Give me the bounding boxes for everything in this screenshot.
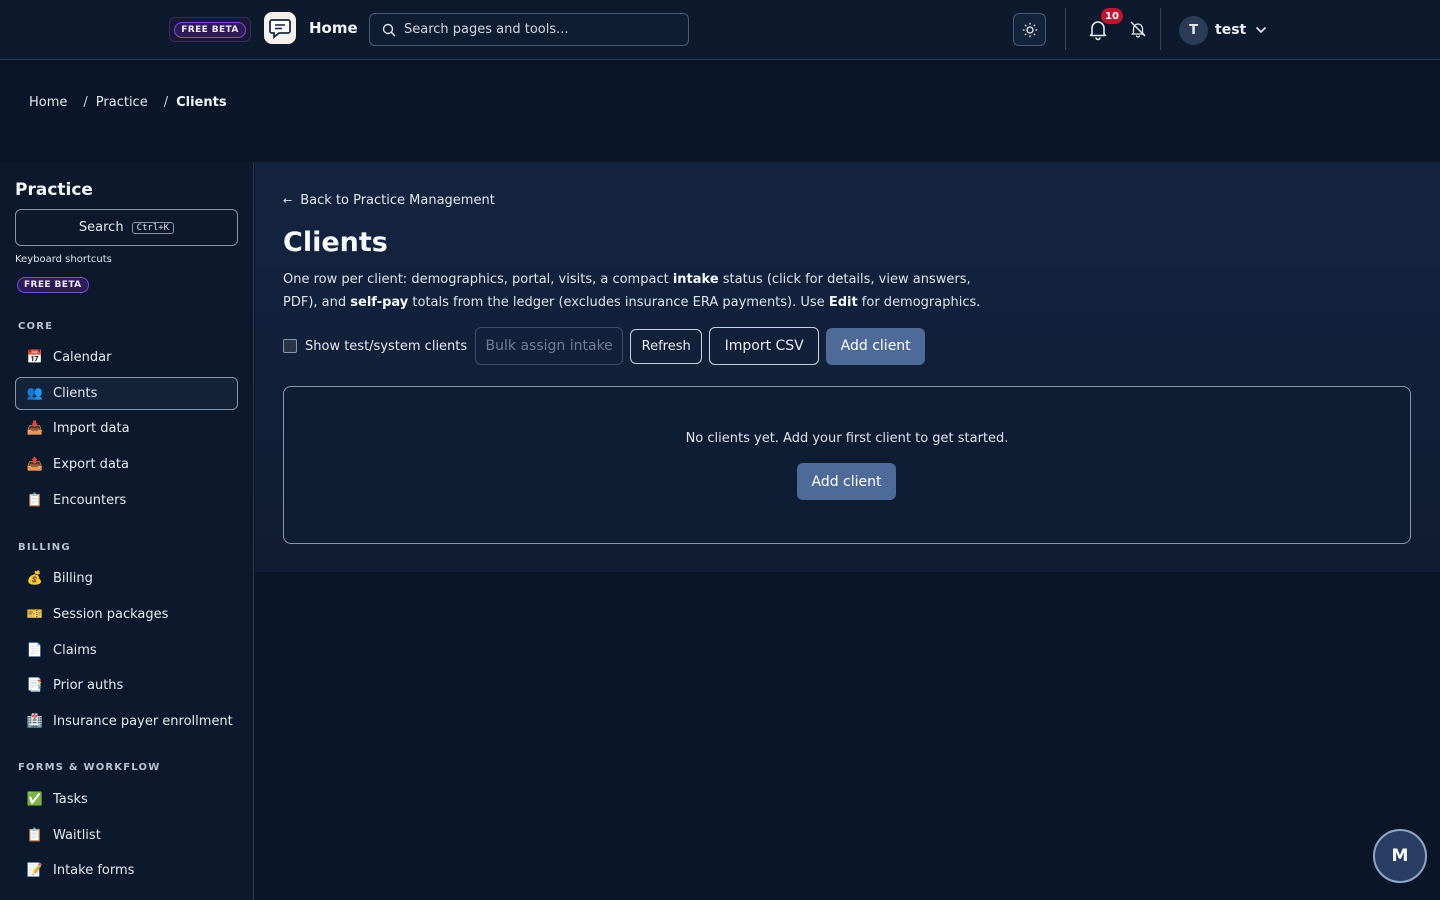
hospital-icon: 🏥 [26,714,44,729]
page-title: Clients [283,227,388,258]
page-description: One row per client: demographics, portal… [283,268,1003,314]
back-to-practice-link[interactable]: ← Back to Practice Management [283,193,495,208]
chevron-down-icon [1256,26,1267,34]
empty-state-message: No clients yet. Add your first client to… [685,431,1009,446]
memo-icon: 📝 [26,863,44,878]
top-home-link[interactable]: Home [309,19,358,37]
description-emphasis: Edit [828,295,858,310]
show-test-clients-label[interactable]: Show test/system clients [305,339,467,354]
clipboard-icon: 📋 [26,828,44,843]
sidebar-item-label: Billing [53,571,93,586]
calendar-icon: 📅 [26,350,44,365]
user-name: test [1215,22,1247,38]
beta-badge-container: FREE BETA [169,17,251,42]
breadcrumb-separator: / [83,95,88,110]
bell-off-icon[interactable] [1129,20,1147,38]
sidebar-item-import-data[interactable]: 📥 Import data [15,412,238,445]
global-search[interactable] [369,13,689,46]
description-text: totals from the ledger (excludes insuran… [408,295,829,310]
top-bar: FREE BETA Home 10 [0,0,1440,60]
clients-toolbar: Show test/system clients Bulk assign int… [283,327,932,365]
import-csv-button[interactable]: Import CSV [709,327,820,365]
divider [1160,8,1161,50]
users-icon: 👥 [26,386,44,401]
free-beta-badge: FREE BETA [174,21,246,38]
section-label-billing: BILLING [18,542,71,553]
avatar: T [1179,15,1208,45]
outbox-tray-icon: 📤 [26,457,44,472]
sidebar-item-label: Waitlist [53,828,101,843]
clients-empty-state: No clients yet. Add your first client to… [283,386,1411,544]
divider [1065,8,1066,50]
notification-count-badge: 10 [1101,8,1123,24]
sidebar-item-session-packages[interactable]: 🎫 Session packages [15,598,238,631]
sidebar-item-label: Claims [53,643,97,658]
keyboard-shortcuts-link[interactable]: Keyboard shortcuts [15,254,112,265]
sun-icon [1022,22,1037,37]
free-beta-badge: FREE BETA [17,277,89,293]
description-emphasis: self-pay [350,295,409,310]
sidebar-item-tasks[interactable]: ✅ Tasks [15,783,238,816]
description-text: for demographics. [857,295,981,310]
assistant-fab-button[interactable]: M [1373,829,1427,883]
search-icon [382,23,396,36]
sidebar-item-intake-forms[interactable]: 📝 Intake forms [15,854,238,887]
user-menu[interactable]: T test [1179,15,1267,45]
sidebar-item-label: Encounters [53,493,127,508]
sidebar-item-waitlist[interactable]: 📋 Waitlist [15,819,238,852]
keyboard-shortcut-hint: Ctrl+K [131,221,175,234]
sidebar-item-label: Import data [53,421,130,436]
sidebar-item-calendar[interactable]: 📅 Calendar [15,341,238,374]
sidebar-item-label: Export data [53,457,129,472]
breadcrumb: Home / Practice / Clients [29,95,227,110]
section-label-core: CORE [18,321,54,332]
section-label-forms-workflow: FORMS & WORKFLOW [18,762,161,773]
theme-toggle-button[interactable] [1013,13,1046,46]
sidebar-item-label: Session packages [53,607,169,622]
breadcrumb-separator: / [163,95,169,110]
notepad-icon: 📑 [26,678,44,693]
refresh-button[interactable]: Refresh [630,328,703,364]
money-bag-icon: 💰 [26,571,44,586]
sidebar-item-label: Prior auths [53,678,124,693]
breadcrumb-current: Clients [176,95,227,110]
sidebar-search-label: Search [78,220,124,235]
main-panel: ← Back to Practice Management Clients One… [255,162,1440,572]
add-client-button[interactable]: Add client [826,327,926,365]
page-icon: 📄 [26,643,44,658]
sidebar-title: Practice [15,180,93,200]
clipboard-icon: 📋 [26,493,44,508]
sidebar-item-export-data[interactable]: 📤 Export data [15,448,238,481]
back-link-label: Back to Practice Management [300,193,495,208]
sidebar-item-clients[interactable]: 👥 Clients [15,377,238,410]
breadcrumb-home[interactable]: Home [29,95,67,110]
sidebar-item-label: Clients [53,386,98,401]
empty-state-add-client-button[interactable]: Add client [797,463,896,500]
sidebar-item-prior-auths[interactable]: 📑 Prior auths [15,669,238,702]
sidebar-item-claims[interactable]: 📄 Claims [15,634,238,667]
sidebar-item-label: Calendar [53,350,112,365]
sidebar-item-encounters[interactable]: 📋 Encounters [15,484,238,517]
sidebar-search-button[interactable]: Search Ctrl+K [15,209,238,246]
app-logo-icon[interactable] [264,12,296,44]
check-mark-icon: ✅ [26,792,44,807]
sidebar-item-label: Intake forms [53,863,135,878]
sidebar-item-label: Tasks [53,792,88,807]
global-search-input[interactable] [404,22,684,37]
breadcrumb-practice[interactable]: Practice [96,95,148,110]
arrow-left-icon: ← [283,194,293,207]
sidebar-item-insurance-payer-enrollment[interactable]: 🏥 Insurance payer enrollment [15,705,238,738]
sidebar-item-billing[interactable]: 💰 Billing [15,562,238,595]
description-emphasis: intake [672,272,719,287]
show-test-clients-checkbox[interactable] [283,339,297,353]
inbox-tray-icon: 📥 [26,421,44,436]
sidebar-item-label: Insurance payer enrollment [53,714,233,729]
sidebar: Practice Search Ctrl+K Keyboard shortcut… [0,162,254,900]
bulk-assign-intake-button: Bulk assign intake [475,327,624,365]
description-text: One row per client: demographics, portal… [283,272,673,287]
ticket-icon: 🎫 [26,607,44,622]
